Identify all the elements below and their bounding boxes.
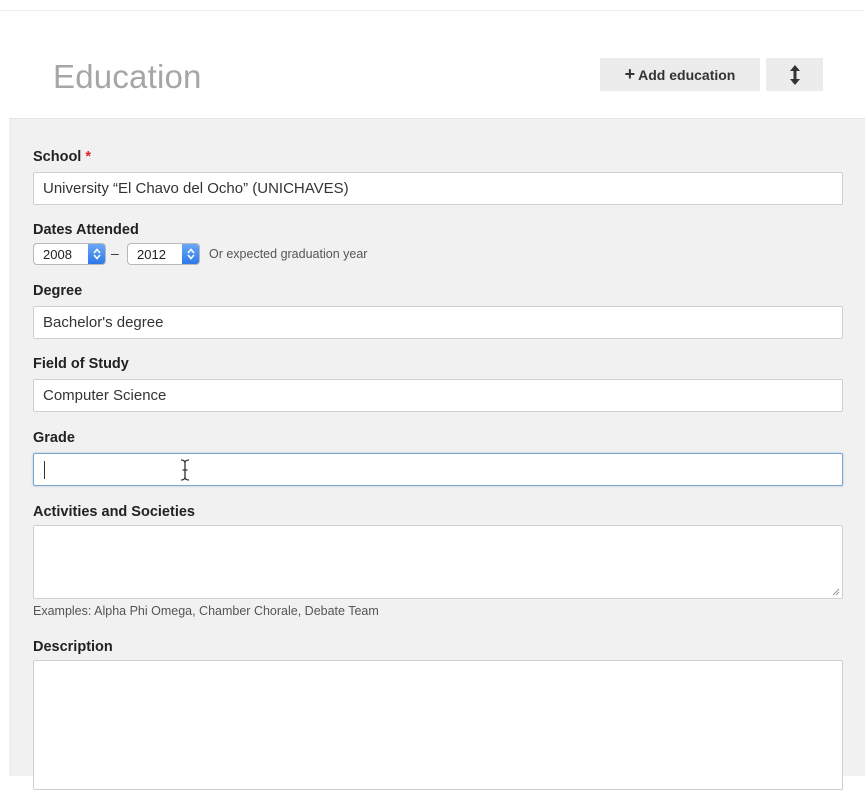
grade-label: Grade [33, 430, 75, 446]
end-year-value: 2012 [137, 246, 166, 262]
activities-label: Activities and Societies [33, 504, 195, 520]
school-input[interactable]: University “El Chavo del Ocho” (UNICHAVE… [33, 172, 843, 205]
ibeam-cursor-icon [180, 459, 190, 481]
start-year-select[interactable]: 2008 [33, 243, 106, 265]
date-separator: – [111, 245, 119, 261]
description-textarea[interactable] [33, 660, 843, 790]
plus-icon: + [624, 63, 636, 84]
description-label: Description [33, 639, 113, 655]
field-of-study-label: Field of Study [33, 356, 129, 372]
section-title: Education [53, 58, 202, 95]
degree-label: Degree [33, 283, 83, 299]
activities-textarea[interactable] [33, 525, 843, 599]
dates-attended-label: Dates Attended [33, 222, 139, 238]
start-year-value: 2008 [43, 246, 72, 262]
graduation-year-hint: Or expected graduation year [209, 247, 368, 261]
required-marker: * [85, 149, 91, 165]
grade-input[interactable] [33, 453, 843, 486]
activities-examples-hint: Examples: Alpha Phi Omega, Chamber Chora… [33, 604, 379, 618]
add-education-label: Add education [638, 66, 736, 83]
field-of-study-input[interactable]: Computer Science [33, 379, 843, 412]
text-caret [44, 460, 45, 479]
chevron-up-down-icon [88, 244, 105, 264]
degree-input[interactable]: Bachelor's degree [33, 306, 843, 339]
reorder-button[interactable] [766, 58, 823, 91]
resize-handle-icon[interactable] [831, 587, 840, 596]
up-down-arrow-icon [789, 64, 800, 85]
end-year-select[interactable]: 2012 [127, 243, 200, 265]
add-education-button[interactable]: + Add education [600, 58, 760, 91]
chevron-up-down-icon [182, 244, 199, 264]
school-label: School * [33, 149, 91, 165]
